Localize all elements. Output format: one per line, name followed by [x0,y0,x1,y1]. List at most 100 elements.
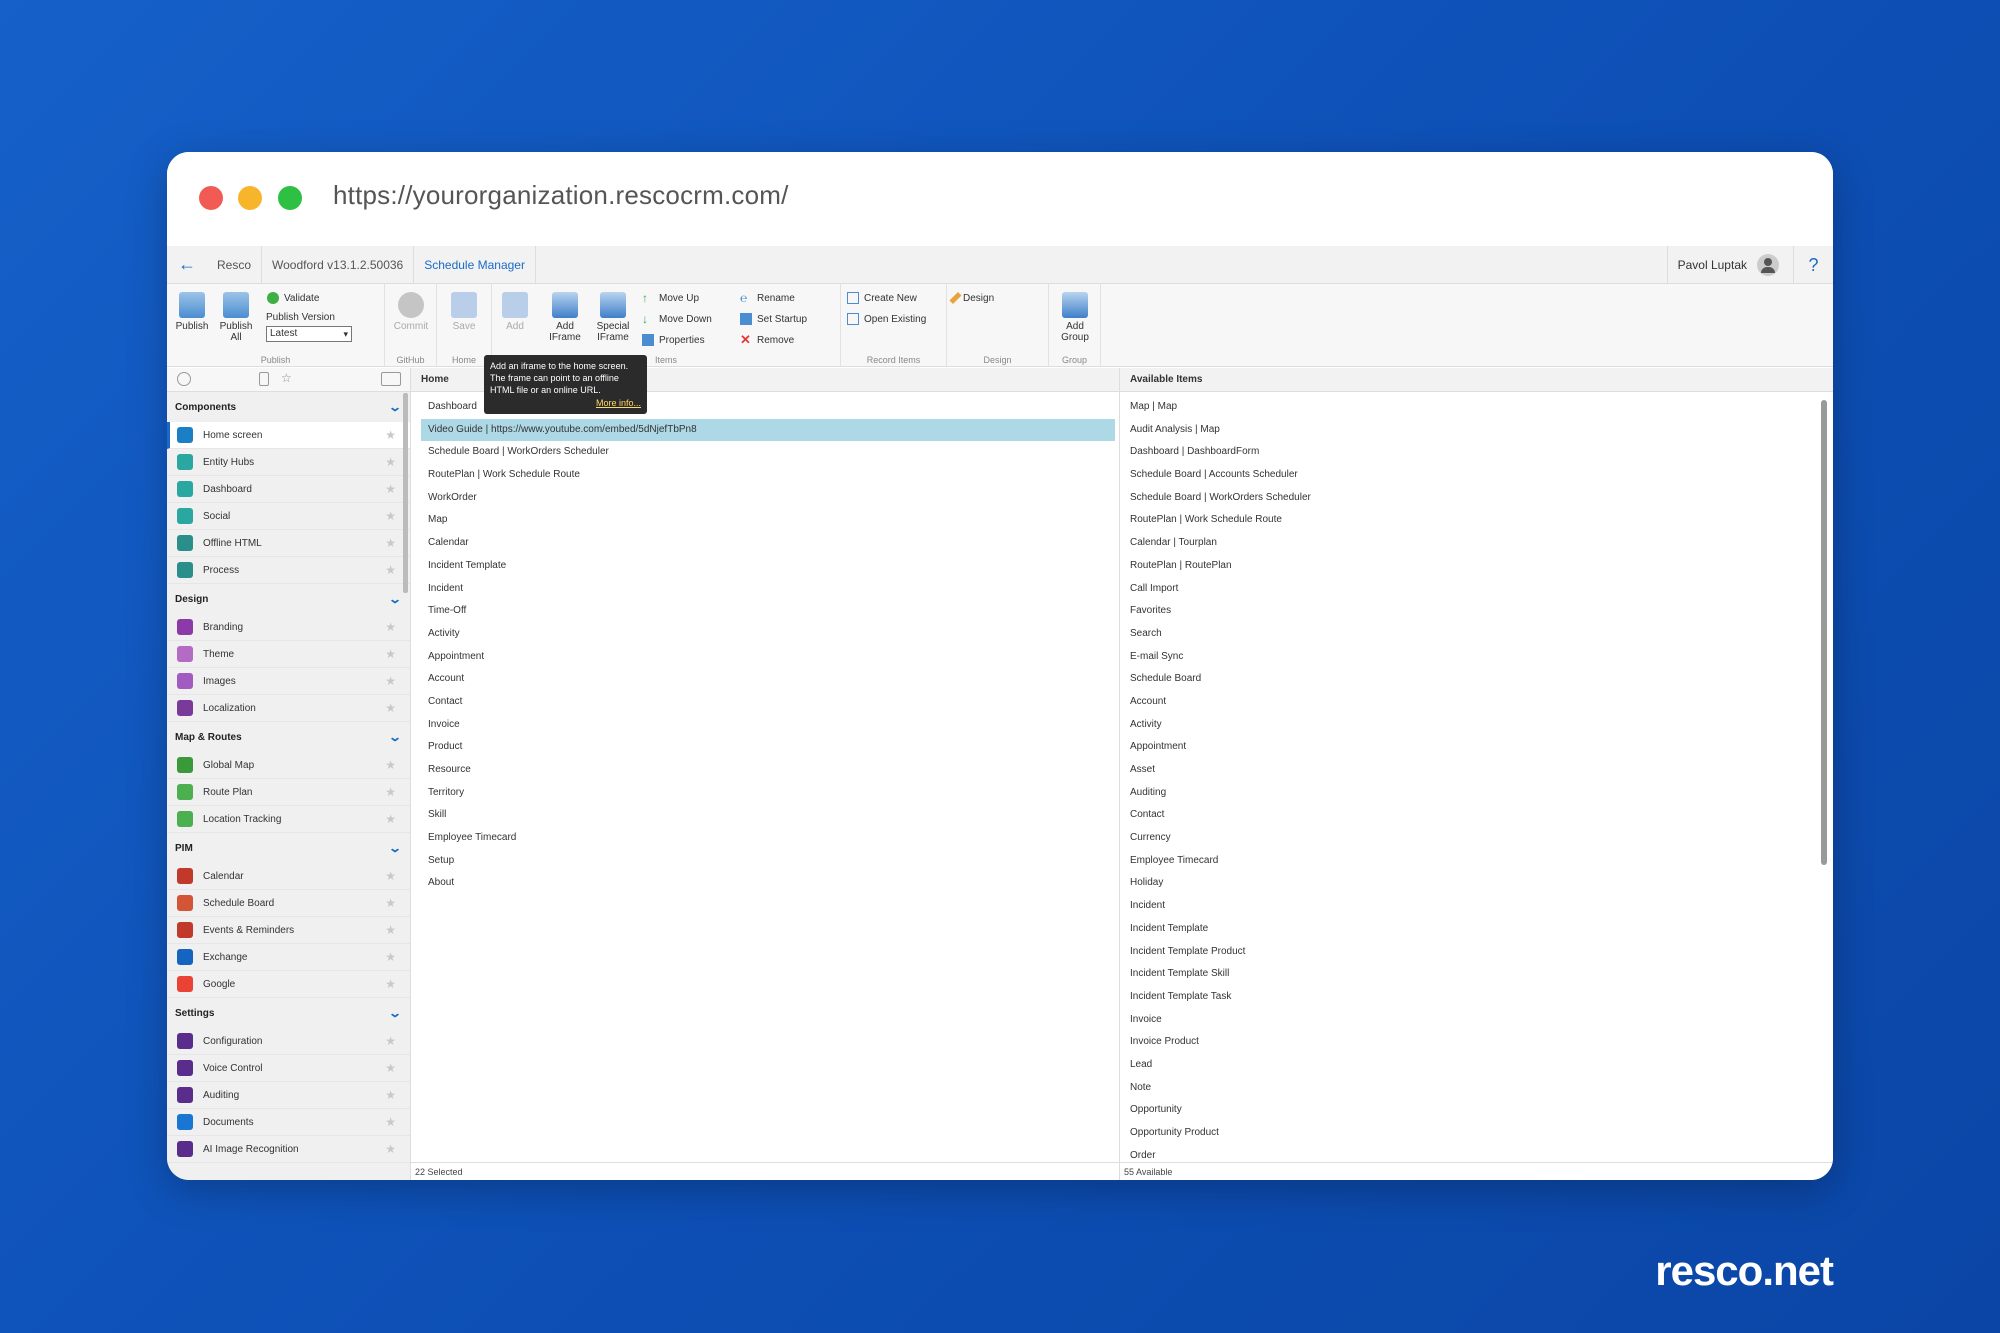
favorite-star-icon[interactable]: ★ [385,1115,396,1129]
home-list-item[interactable]: WorkOrder [411,487,1119,510]
sidebar-item[interactable]: Voice Control ★ [167,1055,410,1082]
sidebar-item[interactable]: Schedule Board ★ [167,890,410,917]
home-list-item[interactable]: Incident [411,578,1119,601]
available-list-item[interactable]: Dashboard | DashboardForm [1120,441,1833,464]
home-list-item[interactable]: Account [411,668,1119,691]
favorite-star-icon[interactable]: ★ [385,1088,396,1102]
favorite-star-icon[interactable]: ★ [385,950,396,964]
favorite-star-icon[interactable]: ★ [385,758,396,772]
publish-version-select[interactable]: Latest ▾ [266,326,352,342]
sidebar-section-header[interactable]: PIM ⌄ [167,833,410,863]
available-list-item[interactable]: Opportunity Product [1120,1122,1833,1145]
available-list-item[interactable]: Holiday [1120,872,1833,895]
sidebar-item[interactable]: Offline HTML ★ [167,530,410,557]
clipboard-icon[interactable] [259,372,269,386]
available-list-item[interactable]: Currency [1120,827,1833,850]
sidebar-item[interactable]: Global Map ★ [167,752,410,779]
favorite-star-icon[interactable]: ★ [385,1034,396,1048]
sidebar-item[interactable]: Events & Reminders ★ [167,917,410,944]
address-bar[interactable]: https://yourorganization.rescocrm.com/ [333,180,789,211]
available-list-item[interactable]: RoutePlan | Work Schedule Route [1120,509,1833,532]
available-list-item[interactable]: Contact [1120,804,1833,827]
favorite-star-icon[interactable]: ★ [385,977,396,991]
favorite-star-icon[interactable]: ★ [385,674,396,688]
favorite-star-icon[interactable]: ★ [385,482,396,496]
chevron-down-icon[interactable]: ⌄ [388,592,402,606]
sidebar-item[interactable]: Images ★ [167,668,410,695]
minimize-window-button[interactable] [238,186,262,210]
sidebar-item[interactable]: Social ★ [167,503,410,530]
special-iframe-button[interactable]: Special IFrame [592,292,634,343]
favorite-star-icon[interactable]: ★ [385,923,396,937]
sidebar-item[interactable]: Route Plan ★ [167,779,410,806]
available-list-item[interactable]: Calendar | Tourplan [1120,532,1833,555]
publish-button[interactable]: Publish [171,292,213,332]
home-list-item[interactable]: Resource [411,759,1119,782]
home-list-item[interactable]: Incident Template [411,555,1119,578]
available-list-item[interactable]: Order [1120,1145,1833,1162]
design-button[interactable]: Design [949,291,994,305]
remove-button[interactable]: ✕ Remove [740,333,794,346]
breadcrumb-schedule-manager[interactable]: Schedule Manager [414,245,536,284]
favorite-star-icon[interactable]: ★ [385,455,396,469]
chevron-down-icon[interactable]: ⌄ [388,1006,402,1020]
sidebar-section-header[interactable]: Components ⌄ [167,392,410,422]
available-list-item[interactable]: Incident Template Skill [1120,963,1833,986]
sidebar-section-header[interactable]: Settings ⌄ [167,998,410,1028]
sidebar-item[interactable]: Google ★ [167,971,410,998]
available-list-item[interactable]: Activity [1120,714,1833,737]
sidebar-section-header[interactable]: Design ⌄ [167,584,410,614]
commit-button[interactable]: Commit [390,292,432,332]
available-list-item[interactable]: Map | Map [1120,396,1833,419]
properties-button[interactable]: Properties [642,334,705,346]
home-list-item[interactable]: Video Guide | https://www.youtube.com/em… [421,418,1115,442]
add-group-button[interactable]: Add Group [1054,292,1096,343]
available-list-item[interactable]: Note [1120,1077,1833,1100]
sidebar-item[interactable]: Home screen ★ [167,422,410,449]
sidebar-item[interactable]: Location Tracking ★ [167,806,410,833]
chevron-down-icon[interactable]: ⌄ [388,841,402,855]
available-list-item[interactable]: Call Import [1120,578,1833,601]
available-list-item[interactable]: RoutePlan | RoutePlan [1120,555,1833,578]
breadcrumb-resco[interactable]: Resco [207,245,263,284]
available-list-item[interactable]: Invoice [1120,1009,1833,1032]
home-list-item[interactable]: Time-Off [411,600,1119,623]
available-list-item[interactable]: Search [1120,623,1833,646]
help-button[interactable]: ? [1793,246,1833,284]
add-button[interactable]: Add [494,292,536,332]
home-list-item[interactable]: Territory [411,782,1119,805]
favorite-star-icon[interactable]: ★ [385,647,396,661]
sidebar-item[interactable]: Entity Hubs ★ [167,449,410,476]
chevron-down-icon[interactable]: ⌄ [388,400,402,414]
favorite-star-icon[interactable]: ★ [385,701,396,715]
add-iframe-button[interactable]: Add IFrame [544,292,586,343]
home-list-item[interactable]: Skill [411,804,1119,827]
home-list-item[interactable]: Product [411,736,1119,759]
user-name[interactable]: Pavol Luptak [1666,246,1757,284]
sidebar-item[interactable]: AI Image Recognition ★ [167,1136,410,1163]
search-icon[interactable] [177,372,191,386]
favorite-star-icon[interactable]: ★ [385,509,396,523]
home-list-item[interactable]: RoutePlan | Work Schedule Route [411,464,1119,487]
sidebar-section-header[interactable]: Map & Routes ⌄ [167,722,410,752]
home-list-item[interactable]: Setup [411,850,1119,873]
favorite-star-icon[interactable]: ★ [385,1142,396,1156]
available-list-item[interactable]: Audit Analysis | Map [1120,419,1833,442]
publish-all-button[interactable]: Publish All [215,292,257,343]
user-avatar-icon[interactable] [1757,254,1779,276]
favorite-star-icon[interactable]: ★ [385,536,396,550]
favorite-star-icon[interactable]: ★ [385,896,396,910]
available-list-item[interactable]: Account [1120,691,1833,714]
home-list-item[interactable]: Activity [411,623,1119,646]
available-list-item[interactable]: Opportunity [1120,1099,1833,1122]
available-list-item[interactable]: E-mail Sync [1120,646,1833,669]
available-list-item[interactable]: Invoice Product [1120,1031,1833,1054]
save-button[interactable]: Save [443,292,485,332]
sidebar-item[interactable]: Calendar ★ [167,863,410,890]
available-list-item[interactable]: Incident [1120,895,1833,918]
home-list-item[interactable]: Invoice [411,714,1119,737]
home-list-item[interactable]: Appointment [411,646,1119,669]
available-list-item[interactable]: Incident Template [1120,918,1833,941]
set-startup-button[interactable]: Set Startup [740,313,807,325]
home-list-item[interactable]: Contact [411,691,1119,714]
